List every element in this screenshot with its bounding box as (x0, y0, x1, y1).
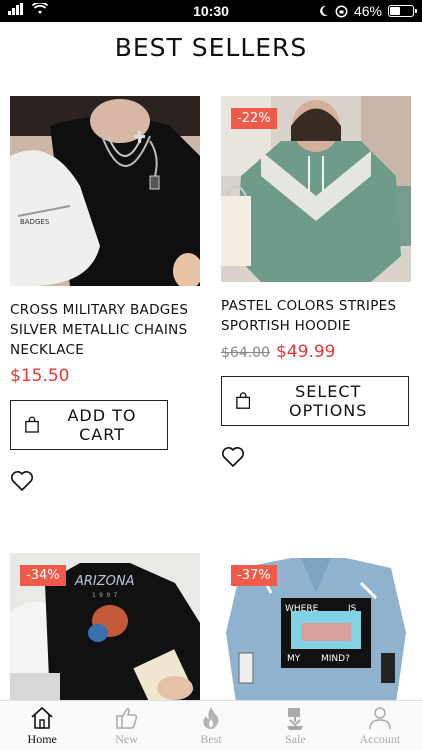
discount-badge: -34% (20, 565, 66, 586)
product-price: $15.50 (10, 366, 70, 386)
add-to-cart-button[interactable]: ADD TO CART (10, 400, 168, 450)
wishlist-button[interactable] (10, 470, 34, 492)
user-icon (369, 707, 391, 730)
product-card[interactable]: WHERE IS MY MIND? -37% (221, 553, 411, 703)
battery-icon (388, 5, 417, 17)
svg-text:MY: MY (287, 654, 301, 664)
product-card[interactable]: -22% PASTEL COLORS STRIPES SPORTISH HOOD… (221, 96, 411, 468)
product-price: $49.99 (276, 342, 336, 362)
svg-text:BADGES: BADGES (20, 218, 50, 226)
status-right: 46% (319, 3, 417, 19)
product-image[interactable]: WHERE IS MY MIND? -37% (221, 553, 411, 703)
tab-sale-label: Sale (285, 732, 306, 746)
discount-badge: -22% (231, 108, 277, 129)
product-image[interactable]: -22% (221, 96, 411, 282)
tab-new-label: New (115, 732, 138, 746)
tab-home-label: Home (27, 732, 57, 746)
heart-icon (11, 471, 33, 491)
product-image[interactable]: ARIZONA 1 9 9 7 -34% (10, 553, 200, 703)
status-bar: 10:30 46% (0, 0, 422, 22)
flame-icon (203, 707, 219, 729)
tab-new[interactable]: New (84, 701, 168, 750)
shopping-bag-icon (25, 416, 39, 433)
wishlist-button[interactable] (221, 446, 245, 468)
product-photo-necklace: BADGES (10, 96, 200, 286)
product-old-price: $64.00 (221, 345, 270, 361)
tab-home[interactable]: Home (0, 701, 84, 750)
svg-text:WHERE: WHERE (285, 604, 319, 614)
product-card[interactable]: BADGES CROSS MILITARY BADGES SILVER META… (10, 96, 200, 492)
product-image[interactable]: BADGES (10, 96, 200, 286)
bottom-tab-bar: Home New Best Sale Account (0, 700, 422, 750)
product-name[interactable]: PASTEL COLORS STRIPES SPORTISH HOODIE (221, 296, 411, 336)
add-to-cart-label: ADD TO CART (67, 406, 137, 444)
sale-tag-icon (287, 708, 304, 730)
svg-text:MIND?: MIND? (321, 654, 350, 664)
moon-icon (320, 5, 328, 16)
tab-account-label: Account (359, 732, 401, 746)
tab-best[interactable]: Best (169, 701, 253, 750)
product-card[interactable]: ARIZONA 1 9 9 7 -34% (10, 553, 200, 703)
rotation-lock-icon (335, 5, 348, 17)
heart-icon (222, 447, 244, 467)
tab-account[interactable]: Account (338, 701, 422, 750)
select-options-label: SELECT OPTIONS (288, 382, 368, 420)
page-title: BEST SELLERS (114, 33, 308, 62)
battery-level (390, 7, 400, 15)
home-icon (31, 706, 53, 729)
svg-text:1 9 9 7: 1 9 9 7 (92, 592, 118, 599)
discount-badge: -37% (231, 565, 277, 586)
select-options-button[interactable]: SELECT OPTIONS (221, 376, 409, 426)
thumbs-up-icon (115, 708, 137, 729)
shopping-bag-icon (236, 392, 251, 409)
svg-text:IS: IS (348, 604, 357, 614)
battery-percent: 46% (353, 3, 382, 19)
tab-best-label: Best (200, 732, 222, 746)
price-row: $64.00 $49.99 (221, 342, 411, 362)
tab-sale[interactable]: Sale (253, 701, 337, 750)
price-row: $15.50 (10, 366, 200, 386)
svg-text:ARIZONA: ARIZONA (74, 574, 135, 589)
product-name[interactable]: CROSS MILITARY BADGES SILVER METALLIC CH… (10, 300, 200, 360)
